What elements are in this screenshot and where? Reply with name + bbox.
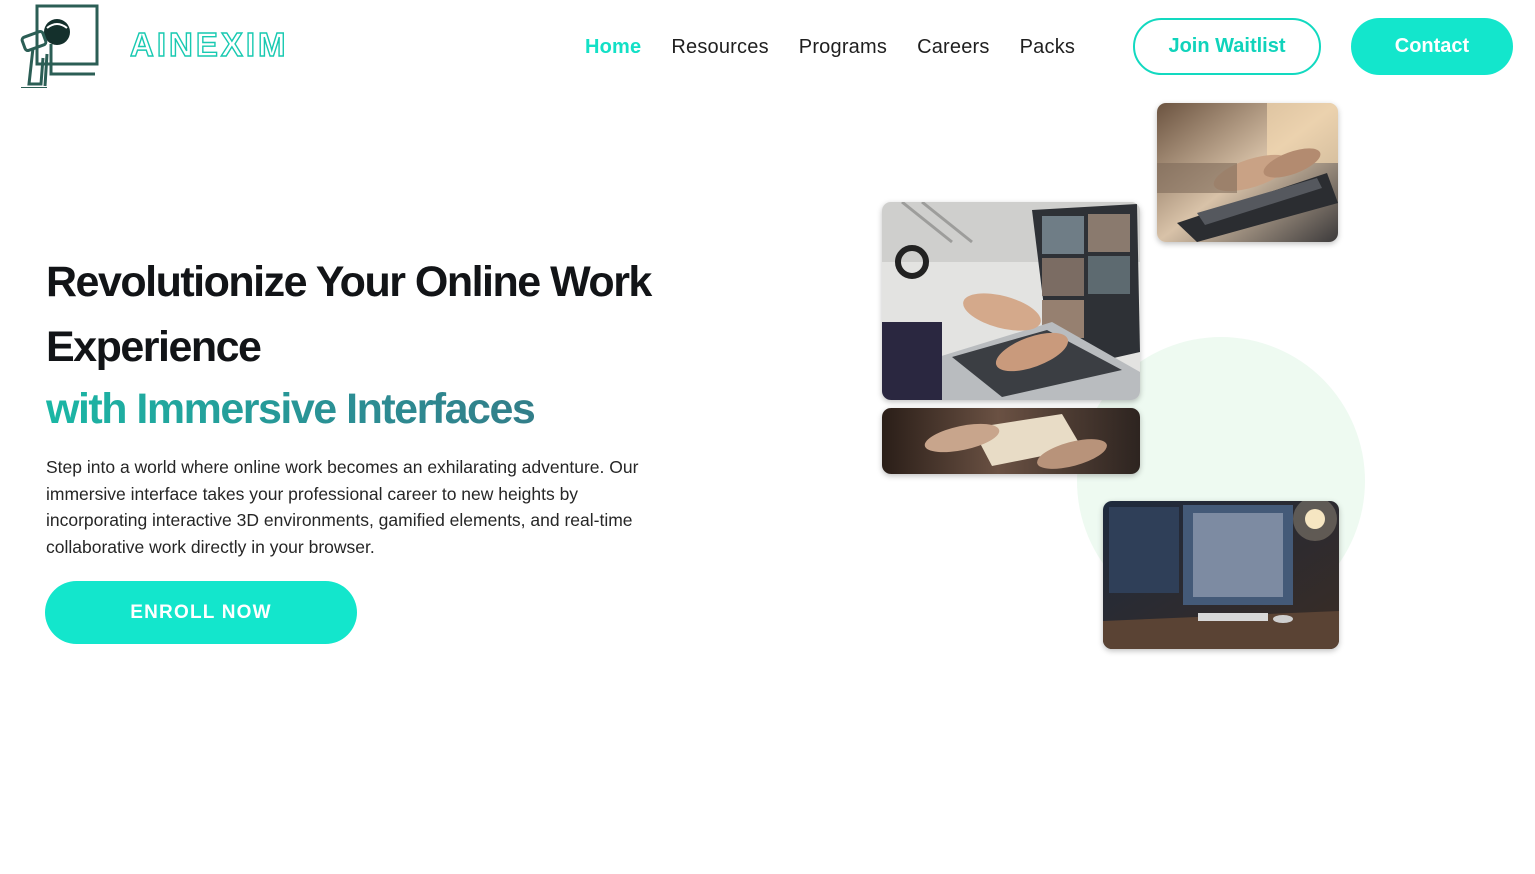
- site-header: AINEXIM Home Resources Programs Careers …: [0, 0, 1535, 92]
- svg-text:AINEXIM: AINEXIM: [130, 26, 289, 62]
- main-nav: Home Resources Programs Careers Packs: [585, 18, 1105, 76]
- desktop-monitors-image: [1103, 501, 1339, 649]
- hero-title-line2: Experience: [46, 323, 262, 371]
- video-call-laptop-image: [882, 202, 1140, 400]
- nav-item-home[interactable]: Home: [585, 36, 641, 59]
- hero-title-line1: Revolutionize Your Online Work: [46, 258, 652, 306]
- landing-page: AINEXIM Home Resources Programs Careers …: [0, 0, 1535, 874]
- hero-title: Revolutionize Your Online Work Experienc…: [46, 250, 746, 380]
- brand-wordmark[interactable]: AINEXIM: [129, 25, 330, 63]
- nav-item-careers[interactable]: Careers: [917, 36, 990, 59]
- enroll-now-button[interactable]: ENROLL NOW: [45, 581, 357, 644]
- hero-title-highlight: with Immersive Interfaces: [46, 380, 746, 438]
- hero-description: Step into a world where online work beco…: [46, 457, 639, 557]
- robot-at-screen-icon[interactable]: [17, 4, 99, 89]
- nav-item-programs[interactable]: Programs: [799, 36, 887, 59]
- nav-item-resources[interactable]: Resources: [671, 36, 768, 59]
- contact-button[interactable]: Contact: [1351, 18, 1513, 75]
- nav-item-packs[interactable]: Packs: [1020, 36, 1075, 59]
- handshake-document-image: [882, 408, 1140, 474]
- join-waitlist-button[interactable]: Join Waitlist: [1133, 18, 1321, 75]
- hands-typing-laptop-image: [1157, 103, 1338, 242]
